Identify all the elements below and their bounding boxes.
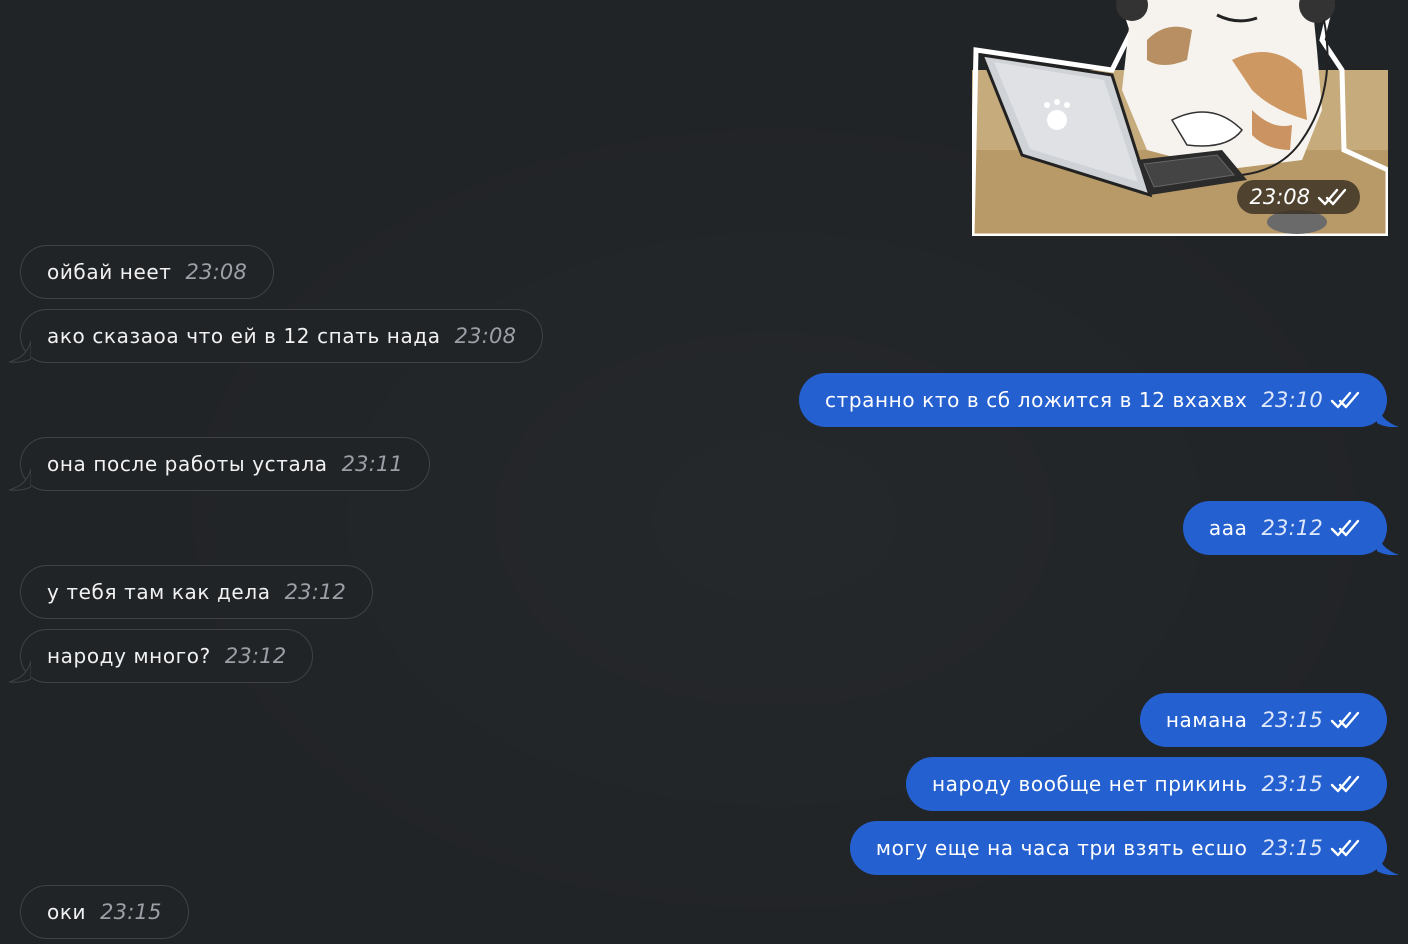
message-time: 23:12 [1261, 516, 1323, 540]
message-time: 23:08 [454, 324, 517, 348]
outgoing-message[interactable]: ааа 23:12 [1182, 501, 1399, 555]
message-text: странно кто в сб ложится в 12 вхахвх [825, 388, 1248, 412]
bubble-tail-icon [9, 661, 31, 683]
outgoing-message[interactable]: народу вообще нет прикинь 23:15 [905, 757, 1387, 811]
message-text: ако сказаоа что ей в 12 спать нада [47, 324, 441, 348]
sticker-timestamp: 23:08 [1237, 180, 1360, 214]
double-check-icon [1330, 839, 1360, 857]
message-time: 23:11 [341, 452, 404, 476]
double-check-icon [1330, 775, 1360, 793]
message-text: она после работы устала [47, 452, 328, 476]
message-text: оки [47, 900, 87, 924]
message-time: 23:15 [1261, 836, 1323, 860]
sticker-time-text: 23:08 [1249, 185, 1310, 209]
incoming-message[interactable]: оки 23:15 [20, 885, 189, 939]
incoming-message[interactable]: ако сказаоа что ей в 12 спать нада 23:08 [9, 309, 544, 363]
outgoing-message[interactable]: могу еще на часа три взять есшо 23:15 [849, 821, 1399, 875]
message-time: 23:15 [1261, 772, 1323, 796]
double-check-icon [1317, 188, 1347, 206]
message-time: 23:10 [1261, 388, 1323, 412]
incoming-message[interactable]: ойбай неет 23:08 [20, 245, 275, 299]
message-time: 23:12 [284, 580, 347, 604]
message-time: 23:15 [100, 900, 162, 924]
bubble-tail-icon [1377, 853, 1399, 875]
bubble-tail-icon [1377, 533, 1399, 555]
message-text: могу еще на часа три взять есшо [875, 836, 1248, 860]
message-time: 23:12 [224, 644, 287, 668]
message-time: 23:08 [185, 260, 248, 284]
double-check-icon [1330, 711, 1360, 729]
message-text: ойбай неет [47, 260, 172, 284]
message-text: у тебя там как дела [47, 580, 271, 604]
message-text: народу вообще нет прикинь [931, 772, 1248, 796]
double-check-icon [1330, 391, 1360, 409]
double-check-icon [1330, 519, 1360, 537]
incoming-message[interactable]: она после работы устала 23:11 [9, 437, 431, 491]
message-text: народу много? [47, 644, 211, 668]
outgoing-message[interactable]: намана 23:15 [1139, 693, 1387, 747]
bubble-tail-icon [9, 469, 31, 491]
message-text: ааа [1208, 516, 1248, 540]
message-time: 23:15 [1261, 708, 1323, 732]
chat-area: 23:08 ойбай неет 23:08 ако сказаоа что е… [0, 0, 1408, 944]
bubble-tail-icon [9, 341, 31, 363]
message-text: намана [1165, 708, 1248, 732]
outgoing-message[interactable]: странно кто в сб ложится в 12 вхахвх 23:… [799, 373, 1399, 427]
incoming-message[interactable]: у тебя там как дела 23:12 [20, 565, 374, 619]
sticker-message[interactable]: 23:08 [972, 0, 1388, 236]
incoming-message[interactable]: народу много? 23:12 [9, 629, 314, 683]
bubble-tail-icon [1377, 405, 1399, 427]
